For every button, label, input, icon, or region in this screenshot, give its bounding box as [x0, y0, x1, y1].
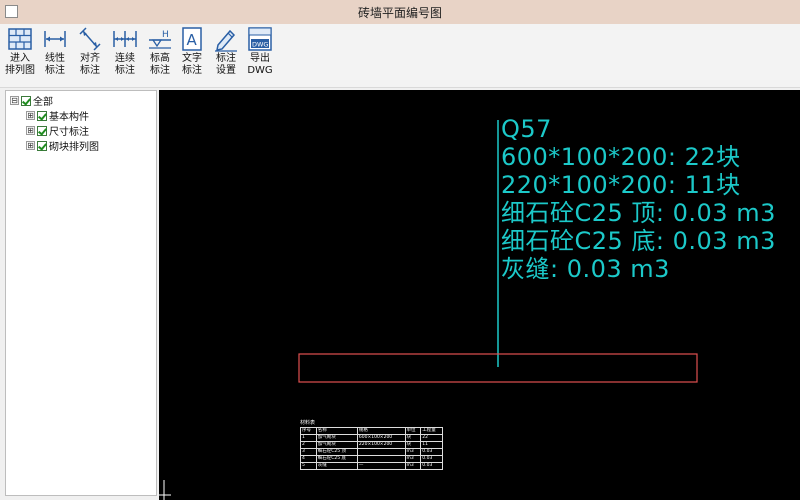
continuous-dimension-label: 连续 标注	[115, 53, 135, 76]
table-cell: m3	[404, 448, 422, 456]
table-cell: 块	[404, 441, 422, 449]
tree-node-label: 尺寸标注	[49, 127, 89, 138]
linear-dimension-label: 线性 标注	[45, 53, 65, 76]
aligned-dimension-label: 对齐 标注	[80, 53, 100, 76]
table-cell: m3	[404, 462, 422, 470]
material-table-caption: 材料表	[300, 420, 316, 426]
table-cell: —	[356, 462, 406, 470]
title-bar[interactable]: 砖墙平面编号图	[0, 0, 800, 24]
mortar-joint-text[interactable]: 灰缝: 0.03 m3	[501, 254, 670, 284]
table-header-cell: 单位	[404, 427, 422, 435]
enter-layout-label: 进入 排列图	[5, 53, 35, 76]
table-cell: 5	[300, 462, 317, 470]
table-cell: 块	[404, 434, 422, 442]
toolbar: 进入 排列图 线性 标注 对齐 标注 连续 标注 H 标高 标注 A 文字 标注…	[0, 24, 800, 88]
drawing-canvas[interactable]: Q57 600*100*200: 22块 220*100*200: 11块 细石…	[159, 90, 800, 500]
pencil-ruler-icon	[215, 29, 237, 52]
table-cell: 3	[300, 448, 317, 456]
concrete-top-text[interactable]: 细石砼C25 顶: 0.03 m3	[501, 198, 776, 228]
table-cell: 600×100×200	[356, 434, 406, 442]
concrete-bottom-text[interactable]: 细石砼C25 底: 0.03 m3	[501, 226, 776, 256]
table-row: 1 加气砌块 600×100×200 块 22	[300, 434, 443, 442]
checkbox-checked-icon[interactable]	[21, 95, 31, 106]
table-cell: 灰缝	[315, 462, 358, 470]
tree-node-block-layout[interactable]: ⊞ 砌块排列图	[26, 138, 99, 153]
tree-node-label: 基本构件	[49, 112, 89, 123]
expand-icon[interactable]: ⊞	[26, 111, 35, 120]
export-dwg-button[interactable]: DWG 导出 DWG	[244, 26, 276, 84]
svg-text:A: A	[187, 31, 198, 49]
table-header-cell: 工程量	[420, 427, 443, 435]
table-row: 5 灰缝 — m3 0.03	[300, 462, 443, 470]
tree-node-label: 砌块排列图	[49, 142, 99, 153]
table-cell: 细石砼C25 顶	[315, 448, 358, 456]
table-row: 4 细石砼C25 底 m3 0.03	[300, 455, 443, 463]
continuous-dimension-button[interactable]: 连续 标注	[109, 26, 141, 84]
table-cell: 220×100×200	[356, 441, 406, 449]
app-window: 砖墙平面编号图 进入 排列图 线性 标注 对齐 标注 连续 标注 H 标高 标注…	[0, 0, 800, 500]
linear-dimension-icon	[44, 31, 66, 47]
aligned-dimension-icon	[79, 27, 101, 51]
layer-tree-panel: ⊟ 全部 ⊞ 基本构件 ⊞ 尺寸标注 ⊞ 砌块排列图	[5, 90, 157, 496]
table-cell	[356, 448, 406, 456]
linear-dimension-button[interactable]: 线性 标注	[39, 26, 71, 84]
text-a-icon: A	[182, 27, 202, 51]
block-qty-text-1[interactable]: 600*100*200: 22块	[501, 142, 741, 172]
table-cell: 1	[300, 434, 317, 442]
table-header-row: 序号 名称 规格 单位 工程量	[300, 427, 443, 435]
table-cell: 4	[300, 455, 317, 463]
collapse-icon[interactable]: ⊟	[10, 96, 19, 105]
table-cell: 加气砌块	[315, 434, 358, 442]
tree-node-label: 全部	[33, 97, 53, 108]
table-cell: 细石砼C25 底	[315, 455, 358, 463]
elevation-mark-label: 标高 标注	[150, 53, 170, 76]
enter-layout-button[interactable]: 进入 排列图	[4, 26, 36, 84]
aligned-dimension-button[interactable]: 对齐 标注	[74, 26, 106, 84]
svg-text:DWG: DWG	[252, 41, 268, 49]
table-cell: 0.03	[420, 455, 443, 463]
checkbox-checked-icon[interactable]	[37, 110, 47, 121]
table-cell: 0.03	[420, 448, 443, 456]
checkbox-checked-icon[interactable]	[37, 140, 47, 151]
window-title: 砖墙平面编号图	[357, 6, 442, 20]
block-qty-text-2[interactable]: 220*100*200: 11块	[501, 170, 741, 200]
table-cell: 11	[420, 441, 443, 449]
brick-grid-icon	[8, 28, 32, 50]
expand-icon[interactable]: ⊞	[26, 141, 35, 150]
expand-icon[interactable]: ⊞	[26, 126, 35, 135]
export-dwg-label: 导出 DWG	[247, 53, 273, 76]
tree-node-basic-components[interactable]: ⊞ 基本构件	[26, 108, 89, 123]
svg-text:H: H	[162, 30, 169, 40]
elevation-mark-icon: H	[149, 30, 171, 49]
tree-node-all[interactable]: ⊟ 全部	[10, 93, 53, 108]
table-cell: m3	[404, 455, 422, 463]
text-annotation-label: 文字 标注	[182, 53, 202, 76]
table-cell: 22	[420, 434, 443, 442]
dwg-file-icon: DWG	[248, 27, 272, 51]
text-annotation-button[interactable]: A 文字 标注	[176, 26, 208, 84]
annotation-settings-label: 标注 设置	[216, 53, 236, 76]
table-cell	[356, 455, 406, 463]
elevation-mark-button[interactable]: H 标高 标注	[144, 26, 176, 84]
continuous-dimension-icon	[113, 31, 137, 47]
table-row: 2 加气砌块 220×100×200 块 11	[300, 441, 443, 449]
table-cell: 2	[300, 441, 317, 449]
table-header-cell: 规格	[356, 427, 406, 435]
table-header-cell: 名称	[315, 427, 358, 435]
table-cell: 0.03	[420, 462, 443, 470]
tree-node-dimensions[interactable]: ⊞ 尺寸标注	[26, 123, 89, 138]
material-table[interactable]: 材料表 序号 名称 规格 单位 工程量 1 加气砌块 600×100×200 块…	[300, 420, 443, 470]
wall-id-text[interactable]: Q57	[501, 114, 552, 144]
checkbox-checked-icon[interactable]	[37, 125, 47, 136]
annotation-settings-button[interactable]: 标注 设置	[210, 26, 242, 84]
table-cell: 加气砌块	[315, 441, 358, 449]
table-row: 3 细石砼C25 顶 m3 0.03	[300, 448, 443, 456]
table-header-cell: 序号	[300, 427, 317, 435]
